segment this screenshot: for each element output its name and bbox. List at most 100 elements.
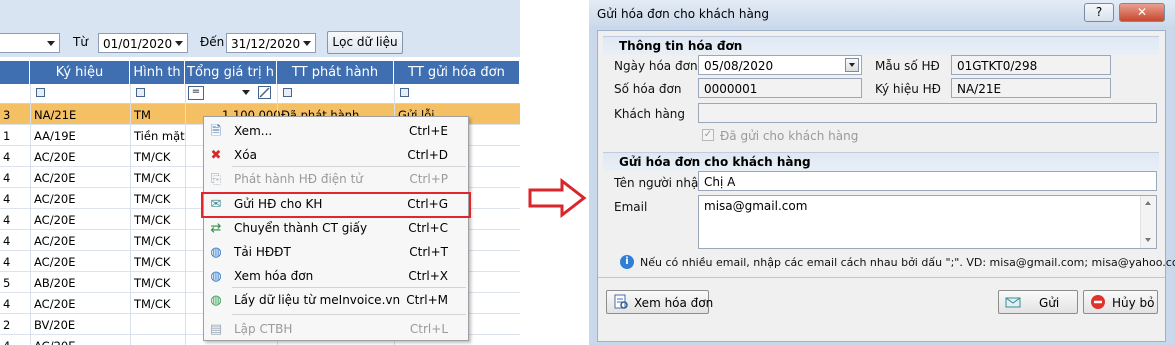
chevron-down-icon: [303, 41, 311, 46]
chevron-down-icon: [175, 41, 183, 46]
table-cell-hinhthuc: TM/CK: [134, 255, 171, 269]
column-header-ky-hieu[interactable]: Ký hiệu: [30, 61, 130, 84]
divider: [598, 277, 1165, 278]
table-cell-n: 4: [3, 150, 11, 164]
view-invoice-label: Xem hóa đơn: [634, 296, 714, 310]
table-cell-kyhieu: AC/20E: [34, 339, 75, 345]
invoice-view-icon: [614, 294, 628, 309]
send-label: Gửi: [1039, 296, 1060, 310]
menu-item-shortcut: Ctrl+P: [409, 172, 448, 186]
menu-item-label: Chuyển thành CT giấy: [234, 221, 368, 235]
menu-item-label: Lấy dữ liệu từ meInvoice.vn: [234, 293, 401, 307]
table-cell-kyhieu: AC/20E: [34, 171, 76, 185]
send-invoice-dialog: Gửi hóa đơn cho khách hàng ? ✕ Thông tin…: [589, 0, 1175, 345]
column-divider: [30, 84, 31, 345]
menu-item-globe-download[interactable]: ◍ Tải HĐĐT Ctrl+T: [204, 241, 468, 264]
recipient-label: Tên người nhận: [614, 176, 706, 190]
from-date-picker[interactable]: 01/01/2020: [98, 33, 188, 53]
table-cell-n: 1: [3, 129, 11, 143]
symbol-field: NA/21E: [951, 78, 1111, 98]
menu-item-shortcut: Ctrl+X: [408, 269, 448, 283]
scroll-up-icon[interactable]: [1145, 201, 1151, 205]
filter-builder-icon[interactable]: [258, 86, 271, 99]
template-label: Mẫu số HĐ: [875, 59, 940, 73]
filter-icon[interactable]: [136, 88, 145, 97]
invoice-no-value: 0000001: [704, 82, 758, 96]
template-field: 01GTKT0/298: [951, 55, 1111, 75]
table-cell-hinhthuc: TM: [134, 108, 151, 122]
symbol-label: Ký hiệu HĐ: [875, 82, 941, 96]
column-header-tt-gui-hoa-don[interactable]: TT gửi hóa đơn: [394, 61, 520, 84]
publish-icon: ⎘: [210, 172, 222, 187]
column-header-tong-gia-tri[interactable]: Tổng giá trị h: [185, 61, 277, 84]
table-cell-n: 4: [3, 297, 11, 311]
help-button[interactable]: ?: [1084, 3, 1114, 22]
menu-item-delete[interactable]: ✖ Xóa Ctrl+D: [204, 144, 468, 167]
email-hint: Nếu có nhiều email, nhập các email cách …: [640, 256, 1175, 269]
scroll-down-icon[interactable]: [1145, 238, 1151, 242]
chevron-down-icon[interactable]: [242, 90, 250, 95]
table-cell-kyhieu: AC/20E: [34, 192, 76, 206]
recipient-value: Chị A: [704, 175, 736, 189]
table-cell-n: 4: [3, 213, 11, 227]
chevron-down-icon[interactable]: [845, 58, 859, 72]
cancel-button[interactable]: Hủy bỏ: [1083, 290, 1158, 314]
section-title: Thông tin hóa đơn: [619, 39, 743, 53]
equals-operator-icon[interactable]: =: [188, 86, 204, 100]
menu-item-globe-view[interactable]: ◍ Xem hóa đơn Ctrl+X: [204, 265, 468, 288]
menu-item-label: Xem...: [234, 124, 273, 138]
menu-item-shortcut: Ctrl+C: [408, 221, 448, 235]
sent-checkbox[interactable]: ✓: [702, 129, 714, 141]
envelope-icon: [1005, 297, 1021, 308]
invoice-date-picker[interactable]: 05/08/2020: [698, 55, 862, 75]
table-cell-n: 4: [3, 234, 11, 248]
chevron-down-icon: [47, 41, 55, 46]
cancel-icon: [1091, 295, 1105, 309]
filter-icon[interactable]: [400, 88, 409, 97]
table-cell-n: 5: [3, 276, 11, 290]
column-header-index[interactable]: [0, 61, 30, 84]
table-cell-hinhthuc: Tiền mặt: [134, 129, 185, 143]
email-textarea[interactable]: misa@gmail.com: [698, 195, 1157, 249]
recipient-input[interactable]: Chị A: [698, 171, 1157, 191]
menu-item-publish[interactable]: ⎘ Phát hành HĐ điện tử Ctrl+P: [204, 168, 468, 191]
view-invoice-button[interactable]: Xem hóa đơn: [606, 290, 713, 314]
menu-item-convert[interactable]: ⇄ Chuyển thành CT giấy Ctrl+C: [204, 217, 468, 240]
column-header-hinh-thuc[interactable]: Hình th: [130, 61, 185, 84]
menu-item-label: Lập CTBH: [234, 322, 293, 336]
email-value: misa@gmail.com: [704, 199, 808, 213]
filter-icon[interactable]: [36, 88, 45, 97]
to-date-picker[interactable]: 31/12/2020: [226, 33, 316, 53]
menu-item-document-view[interactable]: 🗎 Xem... Ctrl+E: [204, 120, 468, 143]
table-cell-kyhieu: AC/20E: [34, 297, 76, 311]
menu-item-sales-voucher[interactable]: ▤ Lập CTBH Ctrl+L: [204, 318, 468, 341]
dialog-body: Thông tin hóa đơn Ngày hóa đơn 05/08/202…: [597, 30, 1175, 342]
menu-item-label: Phát hành HĐ điện tử: [234, 172, 363, 186]
table-cell-hinhthuc: TM/CK: [134, 150, 171, 164]
column-header-tt-phat-hanh[interactable]: TT phát hành: [277, 61, 394, 84]
symbol-value: NA/21E: [957, 82, 1002, 96]
dialog-title: Gửi hóa đơn cho khách hàng: [597, 7, 770, 21]
filter-button[interactable]: Lọc dữ liệu: [327, 31, 403, 54]
filter-toolbar: Từ 01/01/2020 Đến 31/12/2020 Lọc dữ liệu: [0, 0, 520, 57]
table-cell-kyhieu: AC/20E: [34, 234, 76, 248]
invoice-info-section-header: Thông tin hóa đơn: [603, 36, 1159, 55]
menu-separator: [232, 314, 466, 315]
highlight-box: [201, 192, 471, 218]
right-arrow-icon: [528, 178, 587, 218]
info-icon: i: [620, 255, 634, 269]
sales-voucher-icon: ▤: [209, 322, 223, 337]
from-date-value: 01/01/2020: [103, 37, 173, 51]
menu-item-label: Xem hóa đơn: [234, 269, 314, 283]
send-button[interactable]: Gửi: [998, 290, 1078, 314]
sent-checkbox-label: Đã gửi cho khách hàng: [720, 129, 859, 143]
grid-filter-row: =: [0, 84, 520, 104]
menu-item-globe-sync[interactable]: ◍ Lấy dữ liệu từ meInvoice.vn Ctrl+M: [204, 289, 468, 312]
table-cell-n: 2: [3, 318, 11, 332]
send-section-header: Gửi hóa đơn cho khách hàng: [603, 152, 1159, 171]
period-combo[interactable]: [0, 33, 60, 53]
table-cell-kyhieu: AA/19E: [34, 129, 76, 143]
email-scrollbar[interactable]: [1140, 196, 1156, 248]
filter-icon[interactable]: [283, 88, 292, 97]
close-button[interactable]: ✕: [1119, 3, 1165, 22]
